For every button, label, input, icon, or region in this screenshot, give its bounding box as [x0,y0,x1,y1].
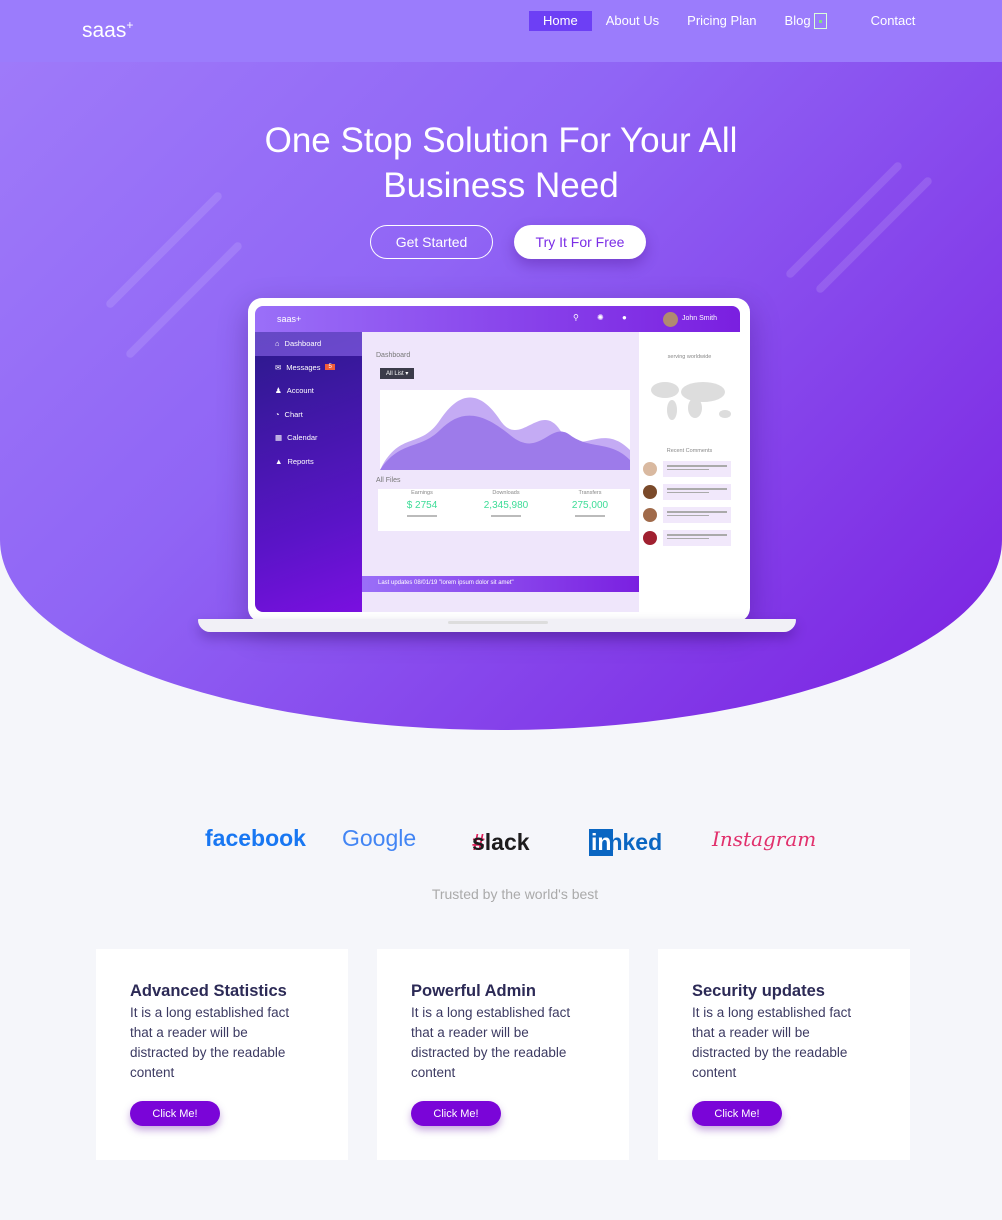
google-logo: Google [342,825,417,851]
stat-value: 275,000 [571,500,609,511]
avatar [663,312,678,327]
logo[interactable]: saas+ [82,18,133,43]
sidebar-item-dashboard: ⌂ Dashboard [255,332,362,356]
stat-label: Earnings [411,490,433,496]
nav-blog[interactable]: Blog [771,11,841,31]
linkedin-in-box: in [589,829,614,856]
feature-card-advanced-statistics: Advanced Statistics It is a long establi… [96,949,348,1160]
nav-blog-label: Blog [784,13,811,28]
sidebar-label: Chart [284,409,303,419]
recent-comments-label: Recent Comments [666,448,713,454]
laptop-mockup: saas+ ⚲ ✺ ● John Smith ⌂ Dashboard ✉ Messa… [248,298,750,622]
all-list-dropdown: All List ▾ [380,368,415,379]
stat-earnings: Earnings $ 2754 [380,490,464,517]
try-free-button[interactable]: Try It For Free [514,225,646,259]
sidebar-item-account: ♟ Account [255,379,362,403]
mail-icon: ✉ [275,362,282,372]
instagram-logo: Instagram [712,827,817,851]
all-files-title: All Files [376,477,401,484]
facebook-logo: facebook [205,825,306,851]
click-me-button[interactable]: Click Me! [411,1101,501,1126]
hero-title: One Stop Solution For Your All Business N… [0,118,1002,208]
search-icon: ⚲ [573,313,579,322]
messages-badge: 5 [325,364,335,371]
sidebar-item-messages: ✉ Messages 5 [255,356,362,380]
decor-streak [104,190,224,310]
nav-pricing-plan[interactable]: Pricing Plan [673,11,770,31]
slack-text: slack [472,829,530,855]
trusted-caption: Trusted by the world's best [431,886,599,902]
logo-plus: + [126,18,134,32]
sidebar-label: Account [286,386,314,396]
main-nav: Home About Us Pricing Plan Blog Contact [529,11,929,31]
nav-about-us[interactable]: About Us [592,11,673,31]
mockup-main: Dashboard All List ▾ All Files Earnings $… [362,332,642,612]
sidebar-item-chart: ◔ Chart [255,403,362,427]
card-title: Advanced Statistics [130,982,287,1000]
mockup-topbar: saas+ ⚲ ✺ ● John Smith [255,306,740,332]
stat-value: $ 2754 [406,500,438,511]
gear-icon: ✺ [597,313,604,322]
mockup-footer-bar: Last updates 08/01/19 "lorem ipsum dolor… [362,576,642,592]
card-text: It is a long established fact that a rea… [130,1005,290,1080]
user-name: John Smith [682,315,718,322]
sidebar-item-reports: ▲ Reports [255,450,362,474]
nav-contact[interactable]: Contact [841,11,930,31]
pie-chart-icon: ◔ [275,409,280,419]
card-text: It is a long established fact that a rea… [411,1005,571,1080]
click-me-button[interactable]: Click Me! [692,1101,782,1126]
comment-item [643,461,740,477]
sidebar-item-calendar: ▦ Calendar [255,426,362,450]
feature-card-security-updates: Security updates It is a long establishe… [658,949,910,1160]
comment-item [643,530,740,546]
brand-logos: facebook Google # slack Linked in Instagr… [0,825,1002,859]
logo-text: saas [82,19,127,42]
comment-item [643,507,740,523]
stat-downloads: Downloads 2,345,980 [464,490,548,517]
get-started-button[interactable]: Get Started [370,225,493,259]
laptop-base [198,619,796,632]
dropdown-icon [813,13,827,29]
warning-icon: ▲ [275,456,283,466]
comment-item [643,484,740,500]
stat-value: 2,345,980 [483,500,529,511]
nav-home[interactable]: Home [529,11,592,31]
card-title: Powerful Admin [411,982,536,1000]
area-chart-graphic [380,390,630,470]
user-icon: ● [622,313,627,322]
sidebar-label: Messages [286,362,321,372]
mockup-title: Dashboard [376,352,411,359]
feature-card-powerful-admin: Powerful Admin It is a long established … [377,949,629,1160]
hero-title-line1: One Stop Solution For Your All [264,121,738,160]
hero-title-line2: Business Need [383,166,619,205]
dashboard-screen: saas+ ⚲ ✺ ● John Smith ⌂ Dashboard ✉ Messa… [255,306,740,612]
card-text: It is a long established fact that a rea… [692,1005,852,1080]
header-bar [0,0,1002,62]
serving-worldwide-label: serving worldwide [667,354,712,360]
stat-transfers: Transfers 275,000 [548,490,632,517]
sidebar-label: Calendar [287,433,318,443]
mockup-logo: saas+ [277,314,302,324]
home-icon: ⌂ [275,339,280,349]
world-map-graphic [651,382,731,420]
calendar-icon: ▦ [275,433,283,443]
user-icon: ♟ [275,386,282,396]
click-me-button[interactable]: Click Me! [130,1101,220,1126]
card-title: Security updates [692,982,825,1000]
mockup-sidebar: ⌂ Dashboard ✉ Messages 5 ♟ Account ◔ Chart ▦ C… [255,332,362,612]
mockup-right-panel: serving worldwide Recent Comments [639,332,740,612]
stat-label: Transfers [578,490,602,496]
stat-label: Downloads [492,490,520,496]
decor-streak [124,240,244,360]
sidebar-label: Reports [287,456,314,466]
sidebar-label: Dashboard [284,339,322,349]
